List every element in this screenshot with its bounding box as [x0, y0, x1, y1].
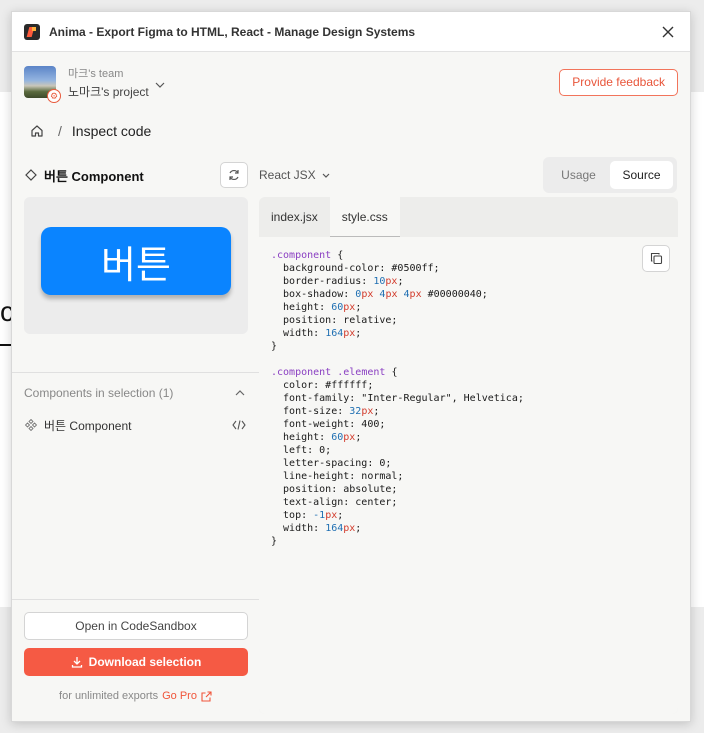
team-avatar[interactable]: ⚙ [24, 66, 61, 103]
usage-toggle[interactable]: Usage [547, 161, 610, 189]
tab-style-css[interactable]: style.css [329, 197, 400, 237]
home-icon[interactable] [28, 122, 46, 140]
sync-button[interactable] [220, 162, 248, 188]
copy-button[interactable] [642, 245, 670, 272]
left-footer: Open in CodeSandbox Download selection f… [12, 599, 259, 721]
code-body: .component { background-color: #0500ff; … [259, 237, 678, 714]
component-preview: 버튼 [24, 197, 248, 334]
view-toggle: Usage Source [543, 157, 677, 193]
plugin-window: Anima - Export Figma to HTML, React - Ma… [11, 11, 691, 722]
chevron-down-icon [155, 82, 165, 88]
component-diamond-icon [24, 168, 38, 182]
file-tabs: index.jsx style.css [259, 197, 678, 237]
team-name: 마크's team [68, 67, 124, 80]
anima-logo-icon [24, 23, 40, 40]
provide-feedback-button[interactable]: Provide feedback [559, 68, 678, 96]
download-label: Download selection [88, 655, 202, 669]
selection-label: Components in selection (1) [24, 385, 174, 400]
chevron-up-icon[interactable] [233, 386, 247, 400]
download-icon [71, 656, 83, 668]
close-button[interactable] [658, 22, 678, 42]
component-title: 버튼 Component [44, 168, 144, 184]
refresh-icon [229, 169, 239, 181]
tab-index-jsx[interactable]: index.jsx [259, 197, 330, 237]
language-select[interactable]: React JSX [259, 164, 330, 186]
preview-button: 버튼 [41, 227, 231, 295]
project-header: ⚙ 마크's team 노마크's project Provide feedba… [12, 52, 690, 112]
title-bar: Anima - Export Figma to HTML, React - Ma… [12, 12, 690, 52]
css-code-block: .component { background-color: #0500ff; … [271, 250, 524, 547]
code-icon[interactable] [231, 418, 247, 432]
download-selection-button[interactable]: Download selection [24, 648, 248, 676]
copy-icon [650, 252, 662, 265]
team-project-selector[interactable]: 마크's team 노마크's project [68, 65, 165, 100]
right-panel: React JSX Usage Source index.jsx style.c… [259, 152, 690, 721]
component-icon [24, 418, 38, 432]
chevron-down-icon [322, 173, 330, 178]
selection-item-label: 버튼 Component [44, 418, 132, 433]
selection-item[interactable]: 버튼 Component [12, 414, 259, 436]
source-toggle[interactable]: Source [610, 161, 673, 189]
component-header: 버튼 Component [24, 162, 248, 188]
selection-header[interactable]: Components in selection (1) [12, 372, 259, 412]
pro-text: for unlimited exports [59, 690, 159, 702]
breadcrumb: / Inspect code [12, 112, 690, 150]
open-codesandbox-button[interactable]: Open in CodeSandbox [24, 612, 248, 640]
left-panel: 버튼 Component 버튼 Components in selection … [12, 152, 259, 721]
code-panel: index.jsx style.css .component { backgro… [259, 197, 678, 714]
breadcrumb-current: Inspect code [71, 123, 152, 139]
window-title: Anima - Export Figma to HTML, React - Ma… [49, 24, 416, 39]
settings-badge-icon: ⚙ [47, 89, 61, 103]
go-pro-link[interactable]: Go Pro [162, 690, 197, 702]
go-pro-row: for unlimited exports Go Pro [12, 688, 259, 704]
inspect-main: 버튼 Component 버튼 Components in selection … [12, 152, 690, 721]
breadcrumb-separator: / [58, 123, 62, 139]
project-name: 노마크's project [68, 84, 149, 99]
language-label: React JSX [259, 168, 316, 182]
close-icon [662, 26, 674, 37]
external-link-icon[interactable] [201, 690, 212, 702]
